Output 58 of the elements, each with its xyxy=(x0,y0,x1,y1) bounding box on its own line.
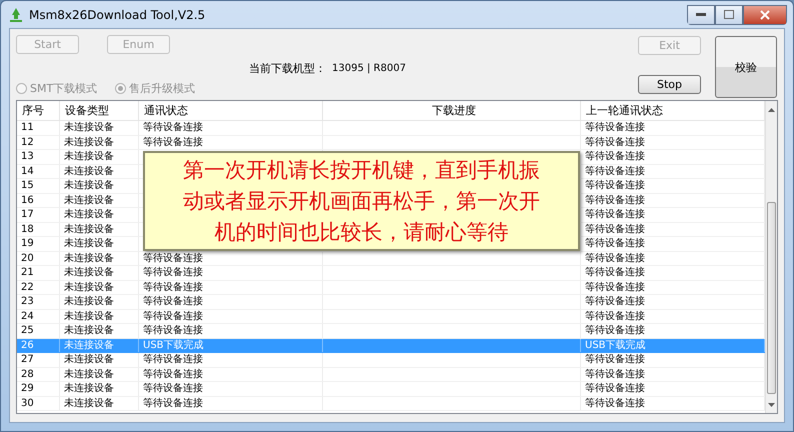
table-cell: 27 xyxy=(17,353,60,366)
table-cell: 等待设备连接 xyxy=(139,353,323,366)
table-cell: 等待设备连接 xyxy=(139,396,323,410)
radio-label: 售后升级模式 xyxy=(129,81,196,96)
table-cell: 30 xyxy=(17,396,60,410)
table-cell: 等待设备连接 xyxy=(139,310,323,323)
table-cell: 等待设备连接 xyxy=(139,368,323,381)
table-cell: 未连接设备 xyxy=(60,310,139,323)
table-cell: 16 xyxy=(17,194,60,207)
model-label: 当前下载机型： xyxy=(249,61,326,76)
table-cell: 等待设备连接 xyxy=(139,324,323,338)
table-cell: 未连接设备 xyxy=(60,150,139,164)
table-cell: 等待设备连接 xyxy=(139,382,323,396)
table-cell: 13 xyxy=(17,150,60,164)
table-cell: 未连接设备 xyxy=(60,338,139,352)
radio-label: SMT下载模式 xyxy=(30,81,98,96)
window-title: Msm8x26Download Tool,V2.5 xyxy=(29,8,206,22)
table-cell: 未连接设备 xyxy=(60,194,139,207)
table-cell: 未连接设备 xyxy=(60,324,139,338)
table-cell: 26 xyxy=(17,338,60,352)
table-cell: 20 xyxy=(17,252,60,265)
table-cell: 未连接设备 xyxy=(60,382,139,396)
table-cell: 21 xyxy=(17,266,60,280)
table-cell: 等待设备连接 xyxy=(139,136,323,149)
table-cell: 等待设备连接 xyxy=(139,266,323,280)
table-cell: 22 xyxy=(17,280,60,294)
table-cell: 15 xyxy=(17,179,60,192)
table-cell: 25 xyxy=(17,324,60,338)
table-cell: 等待设备连接 xyxy=(139,121,323,134)
table-cell: 19 xyxy=(17,237,60,250)
table-cell: 11 xyxy=(17,121,60,134)
table-cell: USB下载完成 xyxy=(139,338,323,352)
table-cell: 未连接设备 xyxy=(60,208,139,222)
table-cell: 未连接设备 xyxy=(60,266,139,280)
table-cell: 未连接设备 xyxy=(60,136,139,149)
table-cell: 等待设备连接 xyxy=(139,295,323,308)
table-cell: 14 xyxy=(17,164,60,178)
table-cell: 未连接设备 xyxy=(60,121,139,134)
table-cell: 未连接设备 xyxy=(60,237,139,250)
table-cell: 28 xyxy=(17,368,60,381)
table-cell: 24 xyxy=(17,310,60,323)
table-cell: 未连接设备 xyxy=(60,280,139,294)
table-cell: 等待设备连接 xyxy=(139,280,323,294)
model-value: 13095 | R8007 xyxy=(332,63,406,74)
table-cell: 未连接设备 xyxy=(60,164,139,178)
table-cell: 未连接设备 xyxy=(60,252,139,265)
table-cell: 未连接设备 xyxy=(60,295,139,308)
table-cell: 23 xyxy=(17,295,60,308)
table-cell: 未连接设备 xyxy=(60,179,139,192)
table-cell: 未连接设备 xyxy=(60,222,139,236)
table-cell: 未连接设备 xyxy=(60,368,139,381)
table-cell: 17 xyxy=(17,208,60,222)
table-cell: 未连接设备 xyxy=(60,353,139,366)
table-cell: 12 xyxy=(17,136,60,149)
notice-text: 第一次开机请长按开机键，直到手机振 动或者显示开机画面再松手，第一次开 机的时间也比较长，请耐心等待 xyxy=(183,156,540,246)
table-cell: 未连接设备 xyxy=(60,396,139,410)
table-cell: 29 xyxy=(17,382,60,396)
table-cell: 18 xyxy=(17,222,60,236)
